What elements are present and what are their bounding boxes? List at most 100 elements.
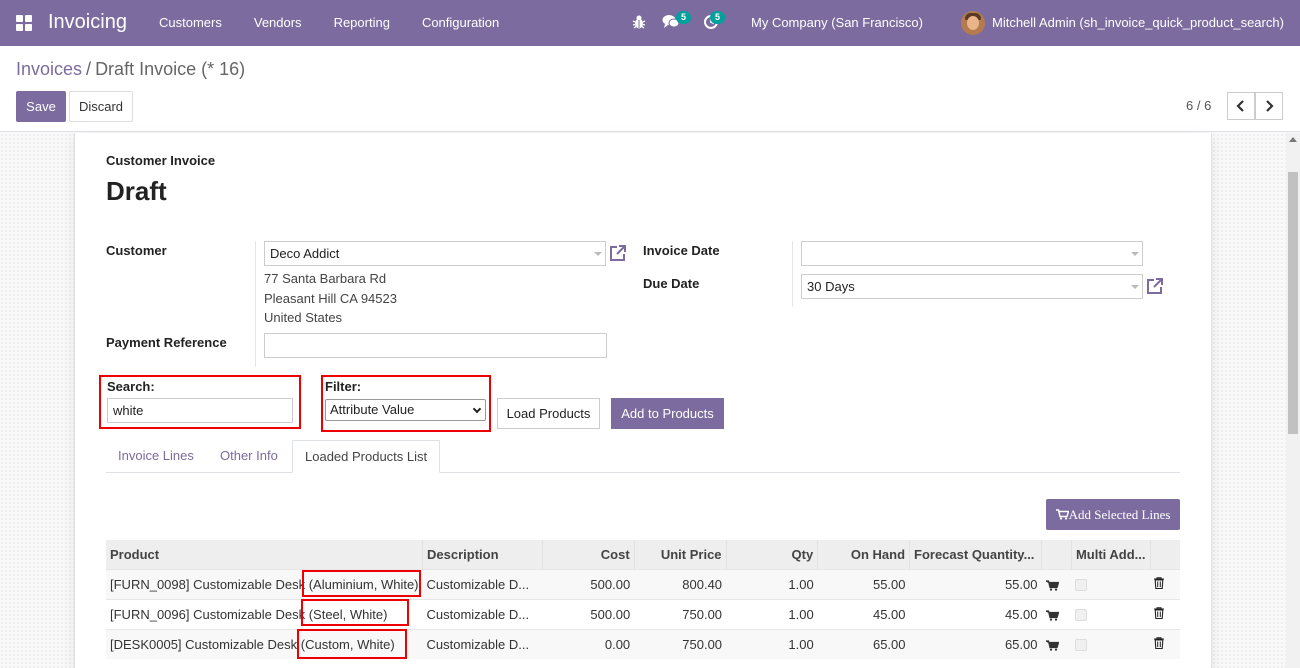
- loaded-products-table: Product Description Cost Unit Price Qty …: [106, 540, 1180, 659]
- tab-loaded-products-list[interactable]: Loaded Products List: [292, 440, 441, 473]
- column-header-unit-price[interactable]: Unit Price: [633, 540, 727, 569]
- divider: [255, 241, 256, 367]
- column-header-qty[interactable]: Qty: [725, 540, 818, 569]
- save-button[interactable]: Save: [16, 91, 66, 122]
- description-cell[interactable]: Customizable D...: [422, 628, 543, 659]
- cart-cell: [1041, 568, 1072, 599]
- multi-add-cell: [1071, 568, 1150, 599]
- forecast-cell[interactable]: 65.00: [909, 628, 1042, 659]
- table-row[interactable]: [DESK0005] Customizable Desk (Custom, Wh…: [106, 628, 1180, 659]
- dropdown-caret-icon[interactable]: [594, 252, 602, 256]
- column-header-multi-add[interactable]: Multi Add...: [1070, 540, 1150, 569]
- payment-terms-field[interactable]: 30 Days: [801, 274, 1143, 299]
- activities-badge: 5: [710, 11, 726, 24]
- add-selected-lines-button[interactable]: Add Selected Lines: [1046, 499, 1180, 530]
- cart-icon: [1055, 509, 1070, 520]
- control-panel: Invoices / Draft Invoice (* 16) Save Dis…: [0, 46, 1300, 132]
- dropdown-caret-icon[interactable]: [1131, 285, 1139, 289]
- dropdown-caret-icon[interactable]: [1131, 252, 1139, 256]
- multi-add-checkbox[interactable]: [1075, 579, 1088, 592]
- table-row[interactable]: [FURN_0098] Customizable Desk (Aluminium…: [106, 568, 1180, 599]
- breadcrumb: Invoices / Draft Invoice (* 16): [16, 59, 245, 80]
- filter-select-value: Attribute Value: [330, 402, 415, 417]
- unit-price-cell[interactable]: 750.00: [634, 598, 727, 629]
- scrollbar-thumb[interactable]: [1288, 172, 1298, 434]
- variant-highlight-box: [302, 570, 421, 597]
- column-header-product[interactable]: Product: [106, 540, 423, 569]
- filter-label: Filter:: [325, 379, 362, 394]
- external-link-icon[interactable]: [608, 243, 628, 263]
- payment-reference-label: Payment Reference: [106, 335, 227, 350]
- column-header-on-hand[interactable]: On Hand: [817, 540, 910, 569]
- cart-icon[interactable]: [1045, 579, 1059, 591]
- tab-other-info[interactable]: Other Info: [208, 440, 290, 473]
- column-header-cost[interactable]: Cost: [541, 540, 635, 569]
- pager-next-button[interactable]: [1255, 92, 1283, 120]
- delete-cell: [1150, 598, 1180, 629]
- trash-icon[interactable]: [1154, 576, 1164, 589]
- cost-cell[interactable]: 500.00: [542, 598, 635, 629]
- column-header-forecast-quantity[interactable]: Forecast Quantity...: [909, 540, 1042, 569]
- address-street: 77 Santa Barbara Rd: [264, 271, 387, 286]
- user-avatar[interactable]: [961, 11, 985, 35]
- multi-add-checkbox[interactable]: [1075, 639, 1088, 652]
- multi-add-checkbox[interactable]: [1075, 609, 1088, 622]
- column-header-description[interactable]: Description: [422, 540, 543, 569]
- menu-configuration[interactable]: Configuration: [406, 0, 515, 46]
- menu-reporting[interactable]: Reporting: [318, 0, 406, 46]
- company-switcher[interactable]: My Company (San Francisco): [751, 15, 923, 30]
- external-link-icon[interactable]: [1145, 276, 1165, 296]
- pager-previous-button[interactable]: [1227, 92, 1255, 120]
- customer-field[interactable]: Deco Addict: [264, 241, 606, 266]
- on-hand-cell[interactable]: 45.00: [817, 598, 910, 629]
- add-selected-lines-label: Add Selected Lines: [1068, 507, 1171, 522]
- due-date-label: Due Date: [643, 276, 700, 291]
- cost-cell[interactable]: 0.00: [542, 628, 635, 659]
- description-cell[interactable]: Customizable D...: [422, 598, 543, 629]
- debug-bug-icon[interactable]: [632, 14, 646, 30]
- qty-cell[interactable]: 1.00: [726, 568, 818, 599]
- cart-icon[interactable]: [1045, 640, 1059, 651]
- on-hand-cell[interactable]: 65.00: [817, 628, 910, 659]
- notebook-tabs: Invoice Lines Other Info Loaded Products…: [106, 440, 1180, 473]
- table-row[interactable]: [FURN_0096] Customizable Desk (Steel, Wh…: [106, 598, 1180, 629]
- tab-invoice-lines[interactable]: Invoice Lines: [106, 440, 206, 473]
- multi-add-cell: [1071, 628, 1150, 659]
- product-search-input[interactable]: white: [107, 398, 293, 423]
- cart-cell: [1041, 598, 1072, 629]
- column-header-delete: [1149, 540, 1180, 569]
- scrollbar-up-arrow[interactable]: [1289, 137, 1297, 142]
- trash-icon[interactable]: [1154, 606, 1164, 619]
- due-date-value: 30 Days: [807, 279, 855, 294]
- user-menu[interactable]: Mitchell Admin (sh_invoice_quick_product…: [992, 15, 1284, 30]
- menu-vendors[interactable]: Vendors: [238, 0, 318, 46]
- product-ref: [DESK0005] Customizable Desk: [110, 636, 301, 652]
- product-ref: [FURN_0098] Customizable Desk: [110, 576, 309, 592]
- pager-value[interactable]: 6 / 6: [1186, 98, 1211, 113]
- filter-select[interactable]: Attribute Value: [325, 399, 486, 421]
- menu-customers[interactable]: Customers: [143, 0, 238, 46]
- app-name[interactable]: Invoicing: [48, 11, 127, 34]
- qty-cell[interactable]: 1.00: [726, 598, 818, 629]
- add-to-products-button[interactable]: Add to Products: [611, 398, 724, 429]
- cart-icon[interactable]: [1045, 609, 1059, 621]
- divider: [792, 241, 793, 307]
- forecast-cell[interactable]: 55.00: [909, 568, 1042, 599]
- description-cell[interactable]: Customizable D...: [422, 568, 543, 599]
- invoice-date-field[interactable]: [801, 241, 1143, 266]
- on-hand-cell[interactable]: 55.00: [817, 568, 910, 599]
- trash-icon[interactable]: [1154, 637, 1164, 649]
- chevron-down-icon: [472, 404, 482, 414]
- qty-cell[interactable]: 1.00: [726, 628, 818, 659]
- delete-cell: [1150, 628, 1180, 659]
- cost-cell[interactable]: 500.00: [542, 568, 635, 599]
- breadcrumb-invoices[interactable]: Invoices: [16, 59, 82, 80]
- cart-cell: [1041, 628, 1072, 659]
- unit-price-cell[interactable]: 800.40: [634, 568, 727, 599]
- forecast-cell[interactable]: 45.00: [909, 598, 1042, 629]
- payment-reference-input[interactable]: [264, 333, 607, 358]
- apps-menu-icon[interactable]: [16, 15, 32, 31]
- discard-button[interactable]: Discard: [69, 91, 133, 122]
- load-products-button[interactable]: Load Products: [497, 398, 600, 429]
- unit-price-cell[interactable]: 750.00: [634, 628, 727, 659]
